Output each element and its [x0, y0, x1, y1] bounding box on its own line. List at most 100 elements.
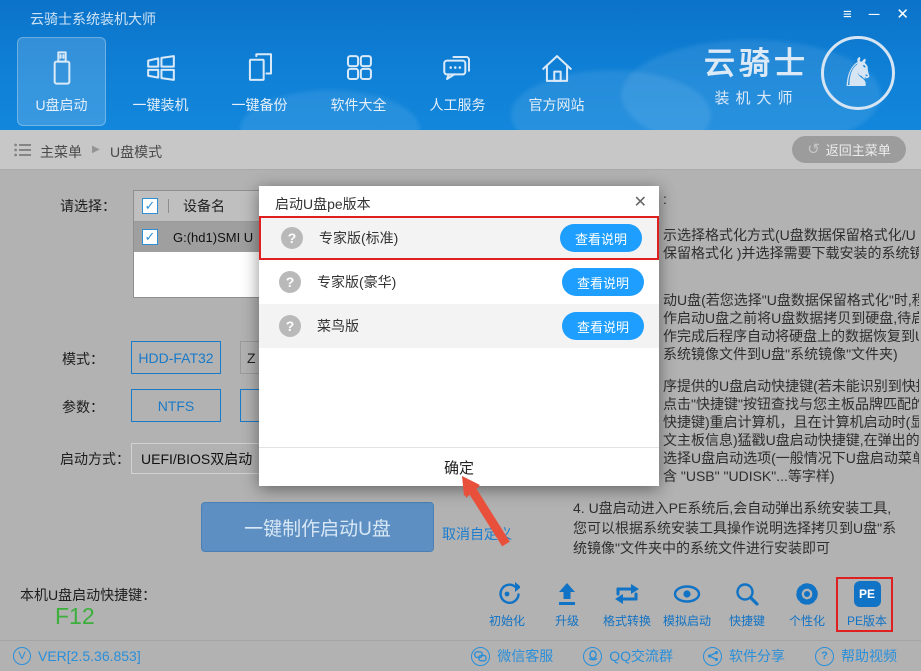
version-text: VER[2.5.36.853] [38, 648, 141, 664]
wechat-service-link[interactable]: 微信客服 [471, 646, 553, 666]
instruction-line: 文主板信息)猛戳U盘启动快捷键,在弹出的菜 [663, 431, 919, 449]
mode-option-hdd-fat32[interactable]: HDD-FAT32 [131, 341, 221, 374]
reset-icon [494, 581, 520, 607]
tool-label: 快捷键 [729, 612, 765, 629]
instruction-line: 快捷键)重启计算机，且在计算机启动时(显 [663, 413, 919, 431]
dialog-option-novice[interactable]: ? 菜鸟版 查看说明 [259, 304, 659, 348]
nav-item-label: 一键备份 [232, 95, 288, 115]
view-description-button[interactable]: 查看说明 [562, 312, 644, 340]
breadcrumb-root[interactable]: 主菜单 [40, 142, 82, 162]
instruction-line: 作启动U盘之前将U盘数据拷贝到硬盘,待启 [663, 309, 919, 327]
usb-drive-icon [40, 46, 84, 90]
instruction-line: 统镜像"文件夹中的系统文件进行安装即可 [573, 538, 921, 558]
option-name: 菜鸟版 [317, 316, 359, 336]
cancel-custom-link[interactable]: 取消自定义 [442, 524, 512, 544]
help-icon: ? [815, 647, 834, 666]
help-video-link[interactable]: ? 帮助视频 [815, 646, 897, 666]
nav-item-usb-boot[interactable]: U盘启动 [17, 37, 106, 126]
simulate-boot-icon [672, 581, 702, 607]
make-boot-usb-button[interactable]: 一键制作启动U盘 [201, 502, 434, 552]
mode-label: 模式： [62, 349, 104, 369]
nav-item-label: 软件大全 [331, 95, 387, 115]
dialog-option-expert-standard[interactable]: ? 专家版(标准) 查看说明 [259, 216, 659, 260]
status-links: 微信客服 QQ交流群 软件分享 ? 帮助视频 [471, 646, 897, 666]
help-circle-icon: ? [279, 315, 301, 337]
minimize-icon[interactable]: ─ [869, 5, 880, 25]
tool-personalize[interactable]: 个性化 [777, 579, 837, 629]
param-option-ntfs[interactable]: NTFS [131, 389, 221, 422]
help-circle-icon: ? [281, 227, 303, 249]
instruction-line: 作完成后程序自动将硬盘上的数据恢复到U [663, 327, 919, 345]
status-link-label: 软件分享 [729, 646, 785, 666]
back-button-label: 返回主菜单 [826, 140, 891, 159]
param-label: 参数： [62, 397, 104, 417]
tool-simulate-boot[interactable]: 模拟启动 [657, 579, 717, 629]
tool-initialize[interactable]: 初始化 [477, 579, 537, 629]
instruction-line: 您可以根据系统安装工具操作说明选择拷贝到U盘"系 [573, 518, 921, 538]
close-icon[interactable]: ✕ [896, 5, 909, 25]
device-checkbox[interactable]: ✓ [142, 229, 158, 245]
view-description-button[interactable]: 查看说明 [560, 224, 642, 252]
format-convert-icon [613, 581, 641, 607]
nav-item-label: 一键装机 [133, 95, 189, 115]
dialog-options: ? 专家版(标准) 查看说明 ? 专家版(豪华) 查看说明 ? 菜鸟版 查看说明 [259, 216, 659, 348]
status-link-label: 帮助视频 [841, 646, 897, 666]
nav-item-customer-service[interactable]: 人工服务 [413, 37, 502, 126]
menu-icon[interactable]: ≡ [843, 5, 852, 25]
instruction-line: 4. U盘启动进入PE系统后,会自动弹出系统安装工具, [573, 498, 921, 518]
dialog-close-icon[interactable]: ✕ [634, 192, 647, 212]
header: 云骑士系统装机大师 ≡ ─ ✕ U盘启动 一键装机 一键备份 软件大全 [0, 0, 921, 130]
list-icon [14, 143, 32, 157]
select-all-checkbox[interactable]: ✓ [142, 198, 158, 214]
brand-logo: 云骑士 装机大师 ♞ [704, 36, 895, 110]
tool-label: 初始化 [489, 612, 525, 629]
app-grid-icon [337, 46, 381, 90]
nav-item-one-key-backup[interactable]: 一键备份 [215, 37, 304, 126]
qq-icon [587, 650, 599, 662]
back-to-main-menu-button[interactable]: ↺ 返回主菜单 [792, 136, 906, 163]
wechat-icon [474, 651, 487, 662]
home-icon [535, 46, 579, 90]
version-info[interactable]: V VER[2.5.36.853] [13, 647, 141, 665]
instruction-line: 保留格式化 )并选择需要下载安装的系统镜 [663, 244, 919, 262]
instructions-step4: 4. U盘启动进入PE系统后,会自动弹出系统安装工具, 您可以根据系统安装工具操… [573, 498, 921, 558]
nav-item-label: 官方网站 [529, 95, 585, 115]
boot-mode-label: 启动方式： [60, 449, 130, 469]
tool-upgrade[interactable]: 升级 [537, 579, 597, 629]
breadcrumb-current: U盘模式 [110, 142, 162, 162]
pe-version-icon: PE [854, 581, 881, 607]
logo-text-line2: 装机大师 [704, 87, 809, 108]
device-name-column-header: 设备名 [183, 196, 225, 216]
tool-pe-version[interactable]: PE PE版本 [837, 579, 897, 629]
instruction-line: 序提供的U盘启动快捷键(若未能识别到快捷 [663, 377, 919, 395]
breadcrumb-bar: 主菜单 ▶ U盘模式 ↺ 返回主菜单 [0, 130, 921, 170]
logo-text-line1: 云骑士 [704, 38, 809, 83]
tool-label: 个性化 [789, 612, 825, 629]
local-hotkey-value: F12 [55, 603, 95, 630]
select-label: 请选择： [60, 196, 116, 216]
view-description-button[interactable]: 查看说明 [562, 268, 644, 296]
help-circle-icon: ? [279, 271, 301, 293]
chat-bubbles-icon [436, 46, 480, 90]
nav-item-software-library[interactable]: 软件大全 [314, 37, 403, 126]
software-share-link[interactable]: 软件分享 [703, 646, 785, 666]
option-name: 专家版(豪华) [317, 272, 396, 292]
dialog-footer: 确定 [259, 447, 659, 486]
nav-item-one-key-install[interactable]: 一键装机 [116, 37, 205, 126]
tool-format-convert[interactable]: 格式转换 [597, 579, 657, 629]
instruction-line: 动U盘(若您选择"U盘数据保留格式化"时,程 [663, 291, 919, 309]
knight-emblem-icon: ♞ [821, 36, 895, 110]
nav-item-official-site[interactable]: 官方网站 [512, 37, 601, 126]
window-panes-icon [139, 46, 183, 90]
confirm-button[interactable]: 确定 [444, 457, 474, 478]
app-window: 云骑士系统装机大师 ≡ ─ ✕ U盘启动 一键装机 一键备份 软件大全 [0, 0, 921, 671]
copy-pages-icon [238, 46, 282, 90]
tool-label: 模拟启动 [663, 612, 711, 629]
qq-group-link[interactable]: QQ交流群 [583, 646, 673, 666]
breadcrumb-arrow-icon: ▶ [92, 144, 100, 155]
instructions-panel: : 示选择格式化方式(U盘数据保留格式化/U 保留格式化 )并选择需要下载安装的… [663, 190, 919, 485]
dialog-option-expert-deluxe[interactable]: ? 专家版(豪华) 查看说明 [259, 260, 659, 304]
window-title: 云骑士系统装机大师 [30, 9, 156, 29]
upgrade-icon [554, 581, 580, 607]
tool-hotkey[interactable]: 快捷键 [717, 579, 777, 629]
